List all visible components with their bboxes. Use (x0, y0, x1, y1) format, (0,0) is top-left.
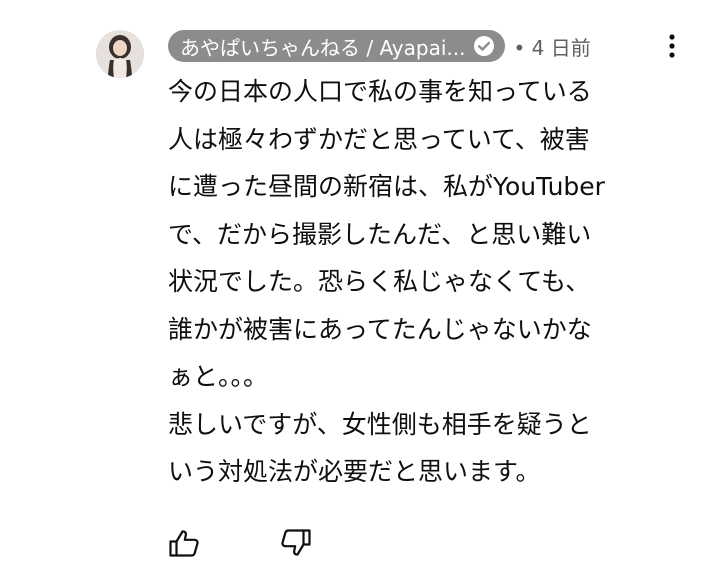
comment-line: ぁと。。。 (168, 362, 269, 391)
comment-line: 悲しいですが、女性側も相手を疑うと (168, 409, 592, 439)
comment-actions (166, 525, 314, 561)
thumbs-up-icon (169, 530, 199, 557)
avatar-image (96, 30, 144, 78)
comment-text: 今の日本の人口で私の事を知っている 人は極々わずかだと思っていて、被害 に遭った… (168, 68, 668, 496)
comment-timestamp[interactable]: • 4 日前 (513, 32, 590, 61)
comment-line: に遭った昼間の新宿は、私がYouTuber (168, 172, 605, 201)
thumbs-down-icon (281, 529, 311, 556)
comment-line: 誰かが被害にあってたんじゃないかな (168, 314, 592, 344)
author-chip[interactable]: あやぱいちゃんねる / Ayapai... (168, 30, 506, 62)
more-vert-icon (669, 34, 675, 58)
comment-line: 人は極々わずかだと思っていて、被害 (168, 124, 590, 154)
comment-header: あやぱいちゃんねる / Ayapai... • 4 日前 (168, 30, 591, 62)
timestamp-text: 4 日前 (531, 35, 591, 60)
comment-line: 今の日本の人口で私の事を知っている (168, 77, 592, 106)
verified-check-icon (473, 35, 495, 57)
comment-line: いう対処法が必要だと思います。 (168, 457, 541, 486)
comment-line: 状況でした。恐らく私じゃなくても、 (168, 267, 591, 296)
comment-thread: あやぱいちゃんねる / Ayapai... • 4 日前 今の日本の人口で私の事… (0, 0, 720, 579)
comment-line: で、だから撮影したんだ、と思い難い (168, 219, 592, 249)
avatar[interactable] (96, 30, 144, 78)
timestamp-separator: • (513, 35, 526, 60)
like-button[interactable] (166, 525, 202, 561)
author-name[interactable]: あやぱいちゃんねる / Ayapai... (180, 32, 465, 61)
dislike-button[interactable] (278, 525, 314, 561)
more-actions-button[interactable] (660, 30, 684, 62)
